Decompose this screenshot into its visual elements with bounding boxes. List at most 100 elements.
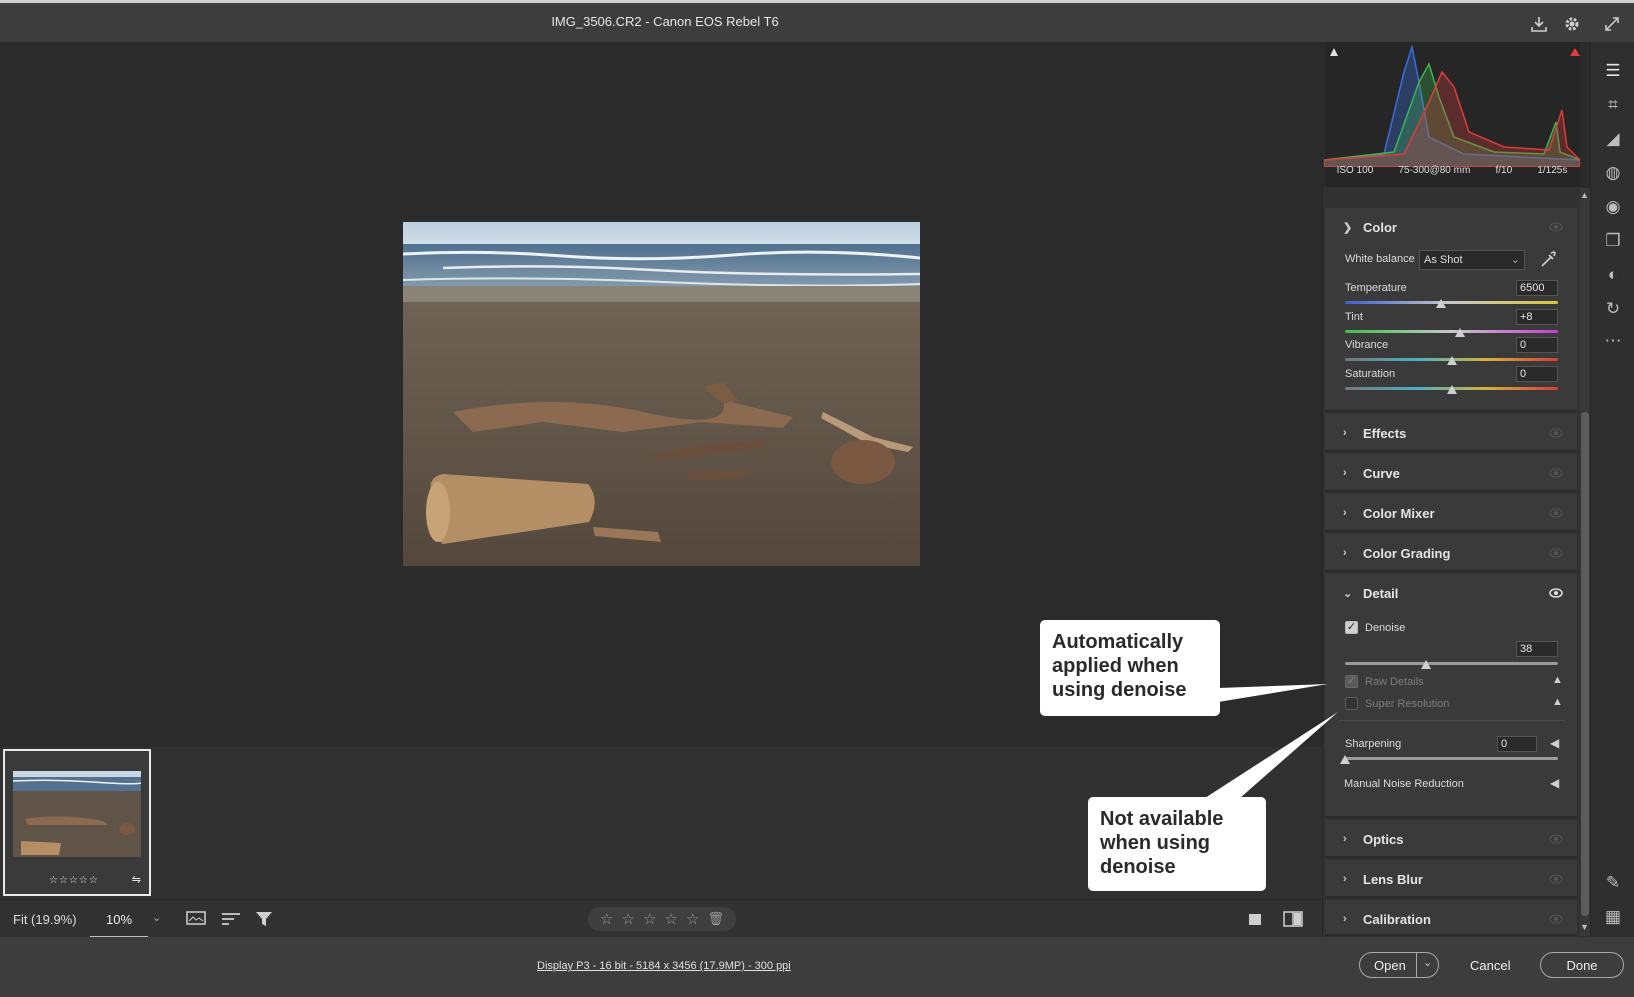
fit-zoom-button[interactable]: Fit (19.9%) <box>13 912 77 927</box>
workflow-options-link[interactable]: Display P3 - 16 bit - 5184 x 3456 (17.9M… <box>537 960 791 972</box>
denoise-checkbox[interactable]: ✓ <box>1345 621 1358 634</box>
color-sampler-icon[interactable]: ✎ <box>1591 868 1634 898</box>
vibrance-value[interactable]: 0 <box>1516 337 1558 353</box>
saturation-slider-knob[interactable] <box>1446 385 1457 394</box>
section-title: Color <box>1363 219 1397 235</box>
crop-icon[interactable]: ⌗ <box>1591 90 1634 120</box>
sort-icon[interactable] <box>219 908 243 930</box>
saturation-label: Saturation <box>1345 368 1396 380</box>
trash-icon[interactable]: 🗑 <box>707 911 724 927</box>
zoom-dropdown-icon[interactable]: ⌄ <box>152 911 161 924</box>
eyedropper-icon[interactable] <box>1539 249 1557 274</box>
white-balance-select[interactable]: As Shot ⌄ <box>1419 250 1525 270</box>
snapshots-icon[interactable]: ◐ <box>1591 260 1634 290</box>
filmstrip-thumbnail[interactable]: ☆☆☆☆☆ ⇋ <box>3 749 151 896</box>
cancel-button[interactable]: Cancel <box>1470 958 1510 973</box>
exif-aperture: f/10 <box>1495 165 1513 176</box>
window-title: IMG_3506.CR2 - Canon EOS Rebel T6 <box>551 14 779 29</box>
calibration-section-header[interactable]: › Calibration <box>1343 900 1431 938</box>
zoom-level-field[interactable]: 10% <box>90 900 148 938</box>
sharpening-slider-knob[interactable] <box>1340 755 1350 764</box>
section-title: Optics <box>1363 831 1404 847</box>
lens-blur-section-header[interactable]: › Lens Blur <box>1343 860 1423 898</box>
status-bar: Display P3 - 16 bit - 5184 x 3456 (17.9M… <box>0 937 1634 997</box>
visibility-eye-icon[interactable] <box>1549 586 1563 600</box>
compare-view-icon[interactable] <box>1281 908 1305 930</box>
filter-icon[interactable] <box>252 908 276 930</box>
effects-section-header[interactable]: › Effects <box>1343 414 1406 452</box>
calibration-section[interactable]: › Calibration <box>1325 900 1577 936</box>
color-section: ❯ Color White balance As Shot ⌄ Temperatur… <box>1325 208 1577 412</box>
gear-icon[interactable] <box>1561 13 1583 35</box>
visibility-eye-icon[interactable] <box>1549 506 1563 520</box>
done-button[interactable]: Done <box>1540 952 1624 978</box>
vibrance-slider-knob[interactable] <box>1446 356 1457 365</box>
sharpening-value[interactable]: 0 <box>1497 736 1537 752</box>
temperature-slider[interactable] <box>1345 301 1558 304</box>
section-title: Detail <box>1363 585 1399 601</box>
thumbnail-rating-stars[interactable]: ☆☆☆☆☆ <box>49 875 99 886</box>
rating-star-5-icon[interactable]: ☆ <box>686 910 699 928</box>
highlight-clipping-icon[interactable] <box>1570 48 1580 56</box>
optics-section-header[interactable]: › Optics <box>1343 820 1403 858</box>
single-view-icon[interactable] <box>1244 908 1266 930</box>
lens-blur-section[interactable]: › Lens Blur <box>1325 860 1577 898</box>
manual-noise-reduction-label[interactable]: Manual Noise Reduction <box>1344 778 1464 790</box>
presets-icon[interactable]: ❐ <box>1591 226 1634 256</box>
expand-left-icon[interactable]: ◀ <box>1550 736 1559 750</box>
grid-overlay-icon[interactable]: ▦ <box>1591 902 1634 932</box>
open-button[interactable]: Open ⌄ <box>1359 952 1439 978</box>
eraser-icon[interactable]: ◢ <box>1591 124 1634 154</box>
panel-scrollbar-thumb[interactable] <box>1581 412 1589 916</box>
exif-shutter: 1/125s <box>1537 165 1568 176</box>
color-mixer-section[interactable]: › Color Mixer <box>1325 494 1577 532</box>
filmstrip-options-icon[interactable] <box>184 908 210 930</box>
effects-section[interactable]: › Effects <box>1325 414 1577 452</box>
scroll-down-icon[interactable]: ▼ <box>1580 922 1589 932</box>
rating-star-2-icon[interactable]: ☆ <box>622 910 635 928</box>
masking-icon[interactable]: ◍ <box>1591 158 1634 188</box>
tint-slider[interactable] <box>1345 330 1558 333</box>
expand-icon[interactable] <box>1601 13 1623 35</box>
color-grading-section[interactable]: › Color Grading <box>1325 534 1577 572</box>
sharpening-slider[interactable] <box>1345 757 1558 760</box>
red-eye-icon[interactable]: ◉ <box>1591 192 1634 222</box>
tint-slider-knob[interactable] <box>1455 328 1466 337</box>
edit-sliders-icon[interactable]: ☰ <box>1591 56 1634 86</box>
temperature-slider-knob[interactable] <box>1435 299 1446 308</box>
color-grading-section-header[interactable]: › Color Grading <box>1343 534 1450 572</box>
expand-left-icon[interactable]: ◀ <box>1550 776 1559 790</box>
temperature-value[interactable]: 6500 <box>1516 280 1558 296</box>
visibility-eye-icon[interactable] <box>1549 220 1563 234</box>
rating-star-4-icon[interactable]: ☆ <box>664 910 677 928</box>
denoise-slider-knob[interactable] <box>1420 660 1431 669</box>
visibility-eye-icon[interactable] <box>1549 546 1563 560</box>
curve-section[interactable]: › Curve <box>1325 454 1577 492</box>
section-title: Color Grading <box>1363 545 1451 561</box>
rating-star-1-icon[interactable]: ☆ <box>600 910 613 928</box>
curve-section-header[interactable]: › Curve <box>1343 454 1400 492</box>
versions-icon[interactable]: ↻ <box>1591 294 1634 324</box>
chevron-down-icon[interactable]: ⌄ <box>1423 956 1432 969</box>
denoise-value[interactable]: 38 <box>1516 641 1558 657</box>
denoise-slider[interactable] <box>1345 662 1558 665</box>
more-icon[interactable]: ⋯ <box>1591 326 1634 356</box>
detail-section-header[interactable]: ⌄ Detail <box>1343 574 1398 612</box>
tint-value[interactable]: +8 <box>1516 309 1558 325</box>
saturation-value[interactable]: 0 <box>1516 366 1558 382</box>
visibility-eye-icon[interactable] <box>1549 872 1563 886</box>
callout-not-available: Not available when using denoise <box>1088 797 1266 891</box>
optics-section[interactable]: › Optics <box>1325 820 1577 858</box>
save-icon[interactable] <box>1528 13 1550 35</box>
scroll-up-icon[interactable]: ▲ <box>1580 190 1589 200</box>
raw-details-checkbox: ✓ <box>1345 675 1358 688</box>
color-section-header[interactable]: ❯ Color <box>1343 208 1397 246</box>
visibility-eye-icon[interactable] <box>1549 426 1563 440</box>
visibility-eye-icon[interactable] <box>1549 832 1563 846</box>
denoise-label: Denoise <box>1365 622 1406 634</box>
color-mixer-section-header[interactable]: › Color Mixer <box>1343 494 1435 532</box>
rating-star-3-icon[interactable]: ☆ <box>643 910 656 928</box>
shadow-clipping-icon[interactable] <box>1330 48 1338 56</box>
visibility-eye-icon[interactable] <box>1549 466 1563 480</box>
visibility-eye-icon[interactable] <box>1549 912 1563 926</box>
